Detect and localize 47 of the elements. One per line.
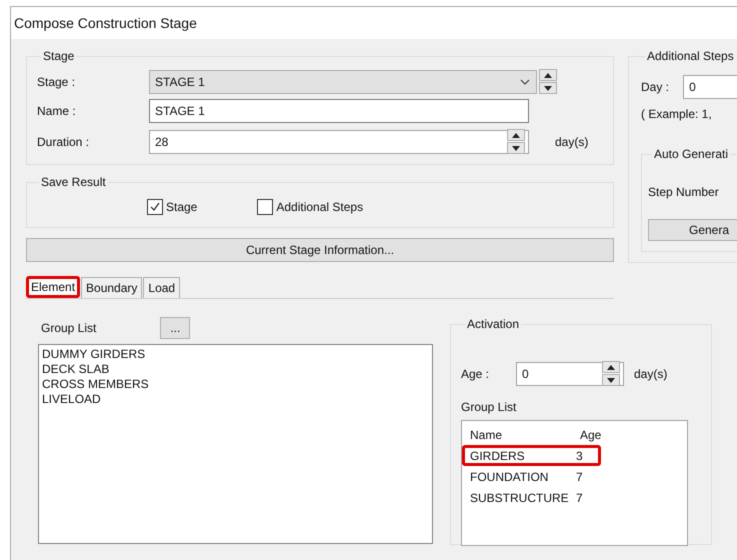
group-listbox[interactable]: DUMMY GIRDERS DECK SLAB CROSS MEMBERS LIVELOAD xyxy=(38,344,433,544)
group-title: Auto Generati xyxy=(653,147,730,161)
stage-dropdown[interactable]: STAGE 1 xyxy=(149,70,537,94)
save-checkbox[interactable]: Additional Steps xyxy=(257,199,364,215)
field-label: Name : xyxy=(37,104,77,118)
group-title: Additional Steps xyxy=(646,49,735,63)
tab[interactable]: Boundary xyxy=(81,277,142,298)
generate-button[interactable]: Genera xyxy=(648,219,737,241)
field-label: Step Number xyxy=(648,185,719,199)
tab[interactable]: Load xyxy=(143,277,180,298)
tab[interactable]: Element xyxy=(26,276,80,298)
table-row[interactable]: FOUNDATION 7 xyxy=(462,466,687,487)
list-item[interactable]: DECK SLAB xyxy=(42,362,429,376)
list-item[interactable]: DUMMY GIRDERS xyxy=(42,347,429,361)
table-row[interactable]: SUBSTRUCTURE 7 xyxy=(462,487,687,508)
day-field[interactable]: 0 xyxy=(683,75,737,99)
table-row[interactable]: GIRDERS 3 xyxy=(462,445,601,466)
group-title: Activation xyxy=(466,317,520,331)
list-item[interactable]: CROSS MEMBERS xyxy=(42,377,429,391)
group-title: Stage xyxy=(42,49,76,63)
column-header[interactable]: Age xyxy=(580,428,687,442)
down-arrow-icon[interactable] xyxy=(544,86,552,90)
down-arrow-icon[interactable] xyxy=(512,146,520,150)
save-checkbox[interactable]: Stage xyxy=(147,199,198,215)
name-field[interactable]: STAGE 1 xyxy=(149,99,529,123)
field-label: Duration : xyxy=(37,134,90,148)
unit-label: day(s) xyxy=(555,134,588,148)
up-arrow-icon[interactable] xyxy=(544,72,552,78)
example-text: ( Example: 1, xyxy=(641,107,712,121)
column-header[interactable]: Name xyxy=(470,428,580,442)
duration-field[interactable]: 28 xyxy=(149,130,529,154)
chevron-down-icon xyxy=(520,78,530,84)
group-title: Save Result xyxy=(40,175,107,189)
stage-info-button[interactable]: Current Stage Information... xyxy=(26,238,614,262)
browse-button[interactable]: ... xyxy=(160,317,190,339)
check-icon xyxy=(149,201,161,213)
down-arrow-icon[interactable] xyxy=(607,378,615,382)
field-label: Day : xyxy=(641,80,670,94)
list-label: Group List xyxy=(41,321,96,335)
list-label: Group List xyxy=(461,400,516,414)
up-arrow-icon[interactable] xyxy=(512,132,520,138)
field-label: Stage : xyxy=(37,74,76,88)
list-item[interactable]: LIVELOAD xyxy=(42,392,429,406)
field-label: Age : xyxy=(461,366,490,380)
window-title: Compose Construction Stage xyxy=(14,15,197,31)
unit-label: day(s) xyxy=(634,366,668,380)
up-arrow-icon[interactable] xyxy=(607,364,615,370)
